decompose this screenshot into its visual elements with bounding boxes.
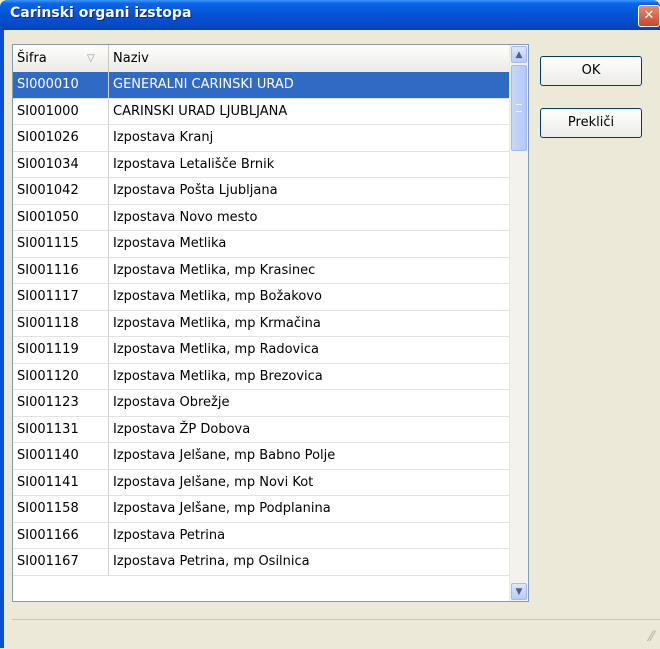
table-row[interactable]: SI001120 Izpostava Metlika, mp Brezovica <box>13 363 510 390</box>
cell-code: SI001119 <box>13 337 109 363</box>
cell-code: SI001166 <box>13 522 109 548</box>
sort-descending-icon: ▽ <box>87 53 95 64</box>
scroll-up-icon[interactable]: ▲ <box>511 46 527 63</box>
resize-grip-icon[interactable]: ⁄⁄ <box>649 629 654 645</box>
scroll-down-icon[interactable]: ▼ <box>511 583 527 600</box>
window-frame <box>0 30 4 648</box>
cell-name: Izpostava Kranj <box>109 125 510 151</box>
column-header-name[interactable]: Naziv <box>109 45 510 72</box>
cell-code: SI001026 <box>13 125 109 151</box>
title-bar[interactable]: Carinski organi izstopa ✕ <box>0 0 660 30</box>
cell-code: SI001120 <box>13 363 109 389</box>
vertical-scrollbar[interactable]: ▲ ▼ <box>509 45 528 601</box>
grip-icon <box>516 104 522 112</box>
table-row[interactable]: SI001140 Izpostava Jelšane, mp Babno Polj… <box>13 443 510 470</box>
cell-code: SI001140 <box>13 443 109 469</box>
table-row[interactable]: SI001166 Izpostava Petrina <box>13 522 510 549</box>
cell-name: Izpostava Jelšane, mp Podplanina <box>109 496 510 522</box>
cell-name: CARINSKI URAD LJUBLJANA <box>109 98 510 124</box>
table-row[interactable]: SI001117 Izpostava Metlika, mp Božakovo <box>13 284 510 311</box>
column-header-name-label: Naziv <box>113 51 149 66</box>
table-row[interactable]: SI001115 Izpostava Metlika <box>13 231 510 258</box>
cell-code: SI001115 <box>13 231 109 257</box>
cell-code: SI001000 <box>13 98 109 124</box>
cell-code: SI000010 <box>13 72 109 98</box>
table-row[interactable]: SI001050 Izpostava Novo mesto <box>13 204 510 231</box>
table-row[interactable]: SI001026 Izpostava Kranj <box>13 125 510 152</box>
cell-name: Izpostava Pošta Ljubljana <box>109 178 510 204</box>
cell-code: SI001141 <box>13 469 109 495</box>
cell-code: SI001042 <box>13 178 109 204</box>
table-row[interactable]: SI001167 Izpostava Petrina, mp Osilnica <box>13 549 510 576</box>
cell-name: Izpostava Metlika, mp Krmačina <box>109 310 510 336</box>
status-bar: ⁄⁄ <box>12 619 660 649</box>
cell-name: Izpostava Jelšane, mp Novi Kot <box>109 469 510 495</box>
table-row[interactable]: SI001042 Izpostava Pošta Ljubljana <box>13 178 510 205</box>
cell-name: GENERALNI CARINSKI URAD <box>109 72 510 98</box>
table-row[interactable]: SI001158 Izpostava Jelšane, mp Podplanina <box>13 496 510 523</box>
cell-name: Izpostava Metlika, mp Božakovo <box>109 284 510 310</box>
table-row[interactable]: SI001141 Izpostava Jelšane, mp Novi Kot <box>13 469 510 496</box>
table-row[interactable]: SI001116 Izpostava Metlika, mp Krasinec <box>13 257 510 284</box>
ok-button[interactable]: OK <box>540 56 642 86</box>
cell-code: SI001158 <box>13 496 109 522</box>
table-row[interactable]: SI001131 Izpostava ŽP Dobova <box>13 416 510 443</box>
column-header-code[interactable]: Šifra ▽ <box>13 45 109 72</box>
scroll-thumb[interactable] <box>511 65 527 151</box>
column-header-code-label: Šifra <box>17 51 47 66</box>
cell-code: SI001123 <box>13 390 109 416</box>
cell-code: SI001167 <box>13 549 109 575</box>
table-header: Šifra ▽ Naziv <box>13 45 510 73</box>
cancel-button[interactable]: Prekliči <box>540 108 642 138</box>
table-row[interactable]: SI001000 CARINSKI URAD LJUBLJANA <box>13 98 510 125</box>
table-row[interactable]: SI001119 Izpostava Metlika, mp Radovica <box>13 337 510 364</box>
cell-name: Izpostava Obrežje <box>109 390 510 416</box>
table-body: SI000010 GENERALNI CARINSKI URAD SI001000 C… <box>13 72 510 576</box>
cell-name: Izpostava ŽP Dobova <box>109 416 510 442</box>
cell-name: Izpostava Petrina, mp Osilnica <box>109 549 510 575</box>
close-icon[interactable]: ✕ <box>638 5 660 27</box>
cell-name: Izpostava Petrina <box>109 522 510 548</box>
cell-code: SI001131 <box>13 416 109 442</box>
table-row[interactable]: SI001118 Izpostava Metlika, mp Krmačina <box>13 310 510 337</box>
cell-code: SI001116 <box>13 257 109 283</box>
cell-code: SI001118 <box>13 310 109 336</box>
table-row[interactable]: SI001034 Izpostava Letališče Brnik <box>13 151 510 178</box>
cell-name: Izpostava Novo mesto <box>109 204 510 230</box>
window-title: Carinski organi izstopa <box>10 5 192 21</box>
cell-code: SI001050 <box>13 204 109 230</box>
cell-name: Izpostava Metlika <box>109 231 510 257</box>
table-row[interactable]: SI001123 Izpostava Obrežje <box>13 390 510 417</box>
cell-name: Izpostava Metlika, mp Radovica <box>109 337 510 363</box>
table-row[interactable]: SI000010 GENERALNI CARINSKI URAD <box>13 72 510 99</box>
cell-name: Izpostava Jelšane, mp Babno Polje <box>109 443 510 469</box>
cell-code: SI001117 <box>13 284 109 310</box>
offices-table[interactable]: Šifra ▽ Naziv SI000010 GENERALNI CARINSKI… <box>12 44 529 602</box>
cell-code: SI001034 <box>13 151 109 177</box>
cell-name: Izpostava Metlika, mp Brezovica <box>109 363 510 389</box>
cell-name: Izpostava Metlika, mp Krasinec <box>109 257 510 283</box>
cell-name: Izpostava Letališče Brnik <box>109 151 510 177</box>
